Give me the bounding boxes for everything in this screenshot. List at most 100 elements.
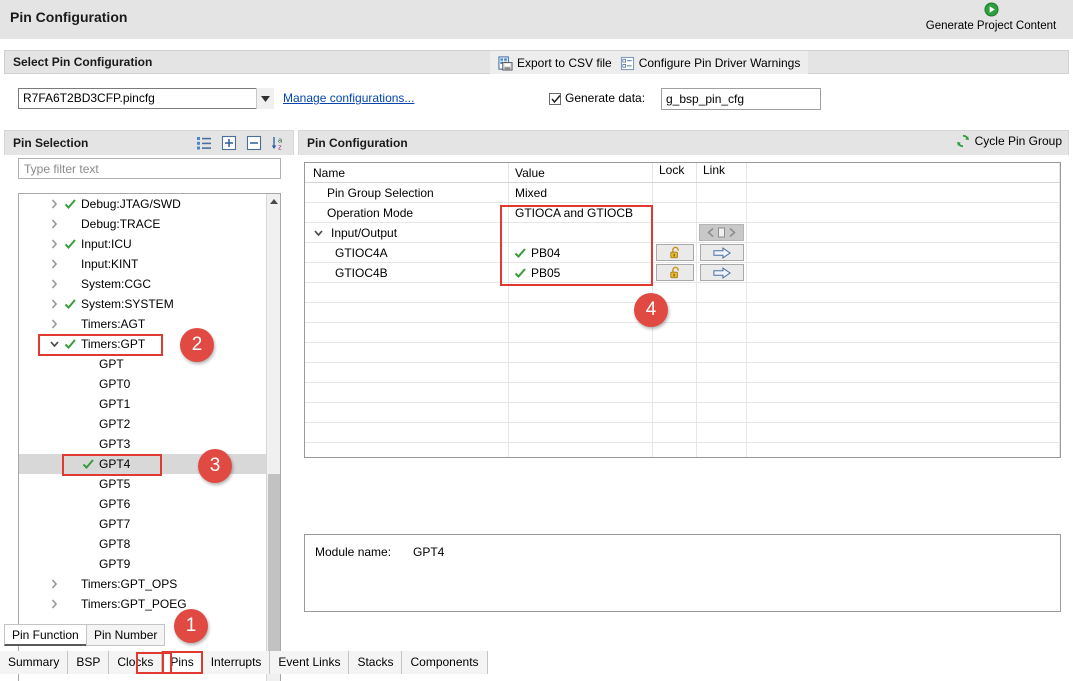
- tree-item-debug-jtag-swd[interactable]: Debug:JTAG/SWD: [19, 194, 267, 214]
- tree-item-system-system[interactable]: System:SYSTEM: [19, 294, 267, 314]
- link-button[interactable]: [700, 244, 744, 261]
- table-row[interactable]: GTIOC4B PB05: [305, 263, 1060, 283]
- generate-project-content-label: Generate Project Content: [925, 20, 1057, 32]
- tree-item-timers-gpt[interactable]: Timers:GPT: [19, 334, 267, 354]
- tree-item-gpt2[interactable]: GPT2: [19, 414, 267, 434]
- filter-input[interactable]: [18, 158, 281, 179]
- manage-configurations-link[interactable]: Manage configurations...: [283, 91, 414, 105]
- table-empty-row[interactable]: [305, 343, 1060, 363]
- column-header-link[interactable]: Link: [697, 163, 747, 182]
- cell-value[interactable]: PB04: [509, 243, 653, 262]
- scroll-up-button[interactable]: [267, 194, 280, 208]
- tree-item-timers-gpt-ops[interactable]: Timers:GPT_OPS: [19, 574, 267, 594]
- tree-item-gpt9[interactable]: GPT9: [19, 554, 267, 574]
- table-row[interactable]: Input/Output: [305, 223, 1060, 243]
- pin-configuration-select[interactable]: R7FA6T2BD3CFP.pincfg: [18, 88, 274, 109]
- table-row[interactable]: Pin Group Selection Mixed: [305, 183, 1060, 203]
- cell-link: [697, 223, 747, 242]
- generate-data-checkbox[interactable]: [549, 93, 561, 105]
- tree-item-check: [64, 334, 77, 354]
- green-check-icon: [514, 248, 526, 258]
- tree-item-input-kint[interactable]: Input:KINT: [19, 254, 267, 274]
- cell-name: [305, 383, 509, 402]
- expand-arrow[interactable]: [49, 314, 60, 334]
- tree-item-input-icu[interactable]: Input:ICU: [19, 234, 267, 254]
- table-empty-row[interactable]: [305, 443, 1060, 457]
- lock-button[interactable]: [656, 244, 694, 261]
- tree-item-gpt7[interactable]: GPT7: [19, 514, 267, 534]
- tree-item-label: GPT7: [99, 517, 131, 531]
- pin-selection-tree[interactable]: Debug:JTAG/SWD Debug:TRACE Input:ICU Input:…: [18, 193, 281, 681]
- table-empty-row[interactable]: [305, 383, 1060, 403]
- expand-arrow[interactable]: [49, 574, 60, 594]
- editor-tab-stacks[interactable]: Stacks: [349, 651, 403, 674]
- table-empty-row[interactable]: [305, 283, 1060, 303]
- table-row[interactable]: Operation Mode GTIOCA and GTIOCB: [305, 203, 1060, 223]
- editor-tab-clocks[interactable]: Clocks: [109, 651, 163, 674]
- expand-arrow[interactable]: [49, 594, 60, 614]
- generate-data-input[interactable]: [661, 88, 821, 110]
- expand-arrow[interactable]: [49, 274, 60, 294]
- expand-arrow[interactable]: [49, 254, 60, 274]
- expand-arrow[interactable]: [49, 294, 60, 314]
- tree-item-gpt1[interactable]: GPT1: [19, 394, 267, 414]
- sort-alpha-icon[interactable]: a z: [271, 135, 287, 151]
- pin-view-tab-pin-number[interactable]: Pin Number: [86, 624, 166, 646]
- cell-extra: [747, 343, 1060, 362]
- expand-arrow[interactable]: [49, 214, 60, 234]
- table-row[interactable]: GTIOC4A PB04: [305, 243, 1060, 263]
- export-to-csv-button[interactable]: Export to CSV file: [498, 55, 612, 71]
- editor-tab-components[interactable]: Components: [402, 651, 488, 674]
- tree-scrollbar[interactable]: [266, 194, 280, 681]
- collapse-all-icon[interactable]: [246, 135, 262, 151]
- tree-item-check: [64, 294, 77, 314]
- expand-arrow[interactable]: [49, 194, 60, 214]
- tree-item-timers-gpt-poeg[interactable]: Timers:GPT_POEG: [19, 594, 267, 614]
- table-empty-row[interactable]: [305, 423, 1060, 443]
- generate-project-content-button[interactable]: Generate Project Content: [915, 2, 1067, 32]
- tree-item-gpt3[interactable]: GPT3: [19, 434, 267, 454]
- cell-value[interactable]: [509, 223, 653, 242]
- table-empty-row[interactable]: [305, 323, 1060, 343]
- table-empty-row[interactable]: [305, 363, 1060, 383]
- tree-item-system-cgc[interactable]: System:CGC: [19, 274, 267, 294]
- expand-all-icon[interactable]: [221, 135, 237, 151]
- configure-pin-driver-warnings-button[interactable]: Configure Pin Driver Warnings: [620, 56, 800, 71]
- cell-value[interactable]: PB05: [509, 263, 653, 282]
- pin-view-tab-pin-function[interactable]: Pin Function: [4, 624, 87, 646]
- tree-item-debug-trace[interactable]: Debug:TRACE: [19, 214, 267, 234]
- column-header-name[interactable]: Name: [305, 163, 509, 182]
- tree-item-gpt5[interactable]: GPT5: [19, 474, 267, 494]
- column-header-lock[interactable]: Lock: [653, 163, 697, 182]
- cycle-pin-group-button[interactable]: Cycle Pin Group: [956, 134, 1062, 148]
- cell-value[interactable]: Mixed: [509, 183, 653, 202]
- editor-tab-pins[interactable]: Pins: [162, 651, 203, 674]
- chevron-right-icon: [51, 319, 58, 329]
- window-title-bar: Pin Configuration Generate Project Conte…: [0, 0, 1073, 39]
- tree-item-gpt[interactable]: GPT: [19, 354, 267, 374]
- collapse-arrow[interactable]: [49, 334, 60, 354]
- tree-item-gpt0[interactable]: GPT0: [19, 374, 267, 394]
- column-header-value[interactable]: Value: [509, 163, 653, 182]
- table-empty-row[interactable]: [305, 303, 1060, 323]
- tree-item-gpt6[interactable]: GPT6: [19, 494, 267, 514]
- editor-tab-bsp[interactable]: BSP: [68, 651, 110, 674]
- lock-button[interactable]: [656, 264, 694, 281]
- row-collapse-arrow[interactable]: [313, 223, 324, 242]
- list-view-icon[interactable]: [196, 135, 212, 151]
- link-button[interactable]: [700, 264, 744, 281]
- link-navigation-buttons[interactable]: [699, 224, 744, 241]
- cell-value[interactable]: GTIOCA and GTIOCB: [509, 203, 653, 222]
- row-name: GTIOC4B: [335, 266, 388, 280]
- tree-item-gpt8[interactable]: GPT8: [19, 534, 267, 554]
- editor-tab-event-links[interactable]: Event Links: [270, 651, 350, 674]
- editor-tab-interrupts[interactable]: Interrupts: [202, 651, 271, 674]
- editor-tab-summary[interactable]: Summary: [0, 651, 69, 674]
- table-empty-row[interactable]: [305, 403, 1060, 423]
- pin-configuration-table[interactable]: Name Value Lock Link Pin Group Selection Mixe…: [304, 162, 1061, 458]
- expand-arrow[interactable]: [49, 234, 60, 254]
- chevron-right-icon: [51, 599, 58, 609]
- tree-item-label: Debug:TRACE: [81, 217, 161, 231]
- tree-item-timers-agt[interactable]: Timers:AGT: [19, 314, 267, 334]
- cell-name: Pin Group Selection: [305, 183, 509, 202]
